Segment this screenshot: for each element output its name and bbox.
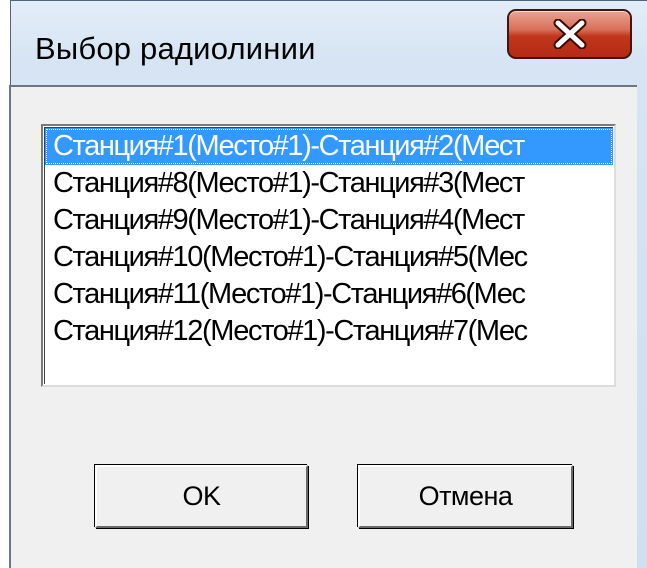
list-item[interactable]: Станция#11(Место#1)-Станция#6(Мес [45,276,613,313]
window-title: Выбор радиолинии [35,31,316,66]
cancel-button[interactable]: Отмена [358,465,573,528]
close-x-icon [550,19,590,49]
radio-link-listbox[interactable]: Станция#1(Место#1)-Станция#2(Мест Станци… [41,124,616,387]
list-item[interactable]: Станция#1(Место#1)-Станция#2(Мест [45,128,613,165]
ok-button[interactable]: OK [95,465,308,528]
close-button[interactable] [507,9,632,59]
listbox-items: Станция#1(Место#1)-Станция#2(Мест Станци… [44,127,613,384]
list-item[interactable]: Станция#9(Место#1)-Станция#4(Мест [45,202,613,239]
list-item[interactable]: Станция#12(Место#1)-Станция#7(Мес [45,313,613,350]
cancel-button-label: Отмена [418,481,513,511]
list-item[interactable]: Станция#8(Место#1)-Станция#3(Мест [45,165,613,202]
list-item[interactable]: Станция#10(Место#1)-Станция#5(Мес [45,239,613,276]
ok-button-label: OK [182,481,221,511]
